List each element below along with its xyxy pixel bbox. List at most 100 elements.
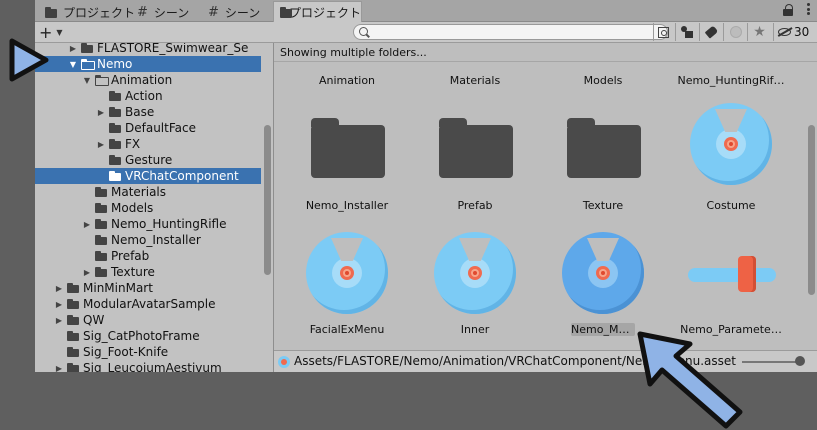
scrollbar-thumb[interactable] <box>808 125 815 295</box>
tree-item[interactable]: ▶ QW <box>35 312 261 328</box>
asset-label[interactable]: Nemo_HuntingRif… <box>666 74 796 87</box>
expand-arrow-right-icon[interactable]: ▶ <box>96 139 106 149</box>
tree-item[interactable]: ▶ FLASTORE_Swimwear_Se <box>35 43 261 56</box>
asset-facialexmenu[interactable]: FacialExMenu <box>282 223 412 343</box>
favorite-button[interactable]: ★ <box>747 23 771 41</box>
tree-item-label: Prefab <box>111 249 150 263</box>
asset-label: Texture <box>582 199 624 212</box>
hidden-packages-button[interactable]: 30 <box>773 23 817 41</box>
tab-scene-2[interactable]: # シーン <box>202 2 260 22</box>
asset-label[interactable]: Animation <box>282 74 412 87</box>
expand-arrow-down-icon[interactable]: ▼ <box>82 75 92 85</box>
tree-item[interactable]: ▶Action <box>35 88 261 104</box>
expand-arrow-right-icon[interactable]: ▶ <box>96 107 106 117</box>
tree-item-label: DefaultFace <box>125 121 196 135</box>
tree-item[interactable]: ▼ Animation <box>35 72 261 88</box>
pointer-arrow-annotation-icon <box>637 331 743 429</box>
folder-icon <box>567 118 641 178</box>
asset-texture[interactable]: Texture <box>538 98 668 218</box>
expand-arrow-right-icon[interactable]: ▶ <box>82 219 92 229</box>
tree-item[interactable]: ▶Materials <box>35 184 261 200</box>
zoom-slider-track[interactable] <box>742 361 798 363</box>
search-input[interactable] <box>372 25 662 39</box>
log-filter-button[interactable] <box>723 23 747 41</box>
expand-arrow-right-icon[interactable]: ▶ <box>68 43 78 53</box>
expand-arrow-right-icon[interactable]: ▶ <box>54 299 64 309</box>
folder-open-icon <box>95 75 109 86</box>
asset-nemo-installer[interactable]: Nemo_Installer <box>282 98 412 218</box>
grid-scrollbar[interactable] <box>805 62 817 349</box>
tree-item[interactable]: ▶Prefab <box>35 248 261 264</box>
tree-item[interactable]: ▶ Nemo_HuntingRifle <box>35 216 261 232</box>
folder-icon <box>95 203 108 213</box>
tree-item[interactable]: ▶Nemo_Installer <box>35 232 261 248</box>
asset-label[interactable]: Materials <box>410 74 540 87</box>
folder-icon <box>95 235 108 245</box>
tree-item[interactable]: ▶Gesture <box>35 152 261 168</box>
folder-icon <box>109 155 122 165</box>
search-box[interactable] <box>353 24 668 40</box>
folder-icon <box>67 347 80 357</box>
tree-item-label: Sig_Foot-Knife <box>83 345 169 359</box>
tree-item-label: Sig_LeucojumAestivum <box>83 361 222 372</box>
tree-item[interactable]: ▶Sig_Foot-Knife <box>35 344 261 360</box>
tree-item-label: FX <box>125 137 141 151</box>
tree-item-label: QW <box>83 313 105 327</box>
expand-arrow-right-icon[interactable]: ▶ <box>54 283 64 293</box>
divider <box>274 61 817 62</box>
asset-label: Nemo_Installer <box>305 199 389 212</box>
tab-label: シーン <box>224 5 261 20</box>
expand-arrow-down-icon[interactable]: ▼ <box>68 59 78 69</box>
asset-label[interactable]: Models <box>538 74 668 87</box>
asset-prefab[interactable]: Prefab <box>410 98 540 218</box>
hash-icon: # <box>208 4 219 20</box>
expand-arrow-right-icon[interactable]: ▶ <box>54 315 64 325</box>
folder-icon <box>67 299 80 309</box>
asset-costume[interactable]: Costume <box>666 98 796 218</box>
tree-item-label: Nemo_HuntingRifle <box>111 217 227 231</box>
asset-grid-pane: Showing multiple folders... Animation Ma… <box>274 43 817 372</box>
tree-item-label: Gesture <box>125 153 173 167</box>
expand-arrow-right-icon[interactable]: ▶ <box>82 267 92 277</box>
filter-by-label-button[interactable] <box>699 23 723 41</box>
folder-icon <box>109 91 122 101</box>
folder-icon <box>311 118 385 178</box>
tab-project-1[interactable]: プロジェクト <box>39 2 135 22</box>
tree-scrollbar[interactable] <box>261 43 273 372</box>
tree-item-label: Base <box>125 105 155 119</box>
expressions-menu-icon <box>562 232 644 314</box>
expressions-menu-icon <box>434 232 516 314</box>
more-menu-icon[interactable] <box>807 3 811 17</box>
asset-nemo-parameters[interactable]: Nemo_Paramete… <box>666 223 796 343</box>
project-toolbar: + ▼ ★ 30 <box>35 22 817 43</box>
tab-scene-1[interactable]: # シーン <box>131 2 189 22</box>
eye-slash-icon <box>778 28 791 36</box>
tag-icon <box>704 25 719 39</box>
tree-item[interactable]: ▶ Texture <box>35 264 261 280</box>
filter-by-type-button[interactable] <box>675 23 699 41</box>
folder-icon <box>109 123 122 133</box>
tree-item[interactable]: ▶VRChatComponent <box>35 168 261 184</box>
tree-item-label: Action <box>125 89 163 103</box>
tree-item[interactable]: ▶ ModularAvatarSample <box>35 296 261 312</box>
zoom-slider-thumb[interactable] <box>795 356 805 366</box>
tree-item[interactable]: ▶DefaultFace <box>35 120 261 136</box>
tree-item[interactable]: ▶ MinMinMart <box>35 280 261 296</box>
tree-item-label: MinMinMart <box>83 281 153 295</box>
tree-item[interactable]: ▶ FX <box>35 136 261 152</box>
asset-inner[interactable]: Inner <box>410 223 540 343</box>
asset-nemo-menu[interactable]: Nemo_Menu <box>538 223 668 343</box>
scrollbar-thumb[interactable] <box>264 125 271 275</box>
asset-label: Prefab <box>457 199 493 212</box>
lock-icon[interactable] <box>783 4 793 16</box>
tree-item[interactable]: ▶ Base <box>35 104 261 120</box>
tree-item-label: Materials <box>111 185 167 199</box>
tab-project-active[interactable]: プロジェクト <box>273 1 362 23</box>
expand-arrow-right-icon[interactable]: ▶ <box>54 363 64 373</box>
tree-item[interactable]: ▼ Nemo <box>35 56 261 72</box>
folder-icon <box>95 267 108 277</box>
tree-item[interactable]: ▶Sig_CatPhotoFrame <box>35 328 261 344</box>
tree-item[interactable]: ▶ Sig_LeucojumAestivum <box>35 360 261 372</box>
search-scope-button[interactable] <box>653 23 673 41</box>
tree-item[interactable]: ▶Models <box>35 200 261 216</box>
